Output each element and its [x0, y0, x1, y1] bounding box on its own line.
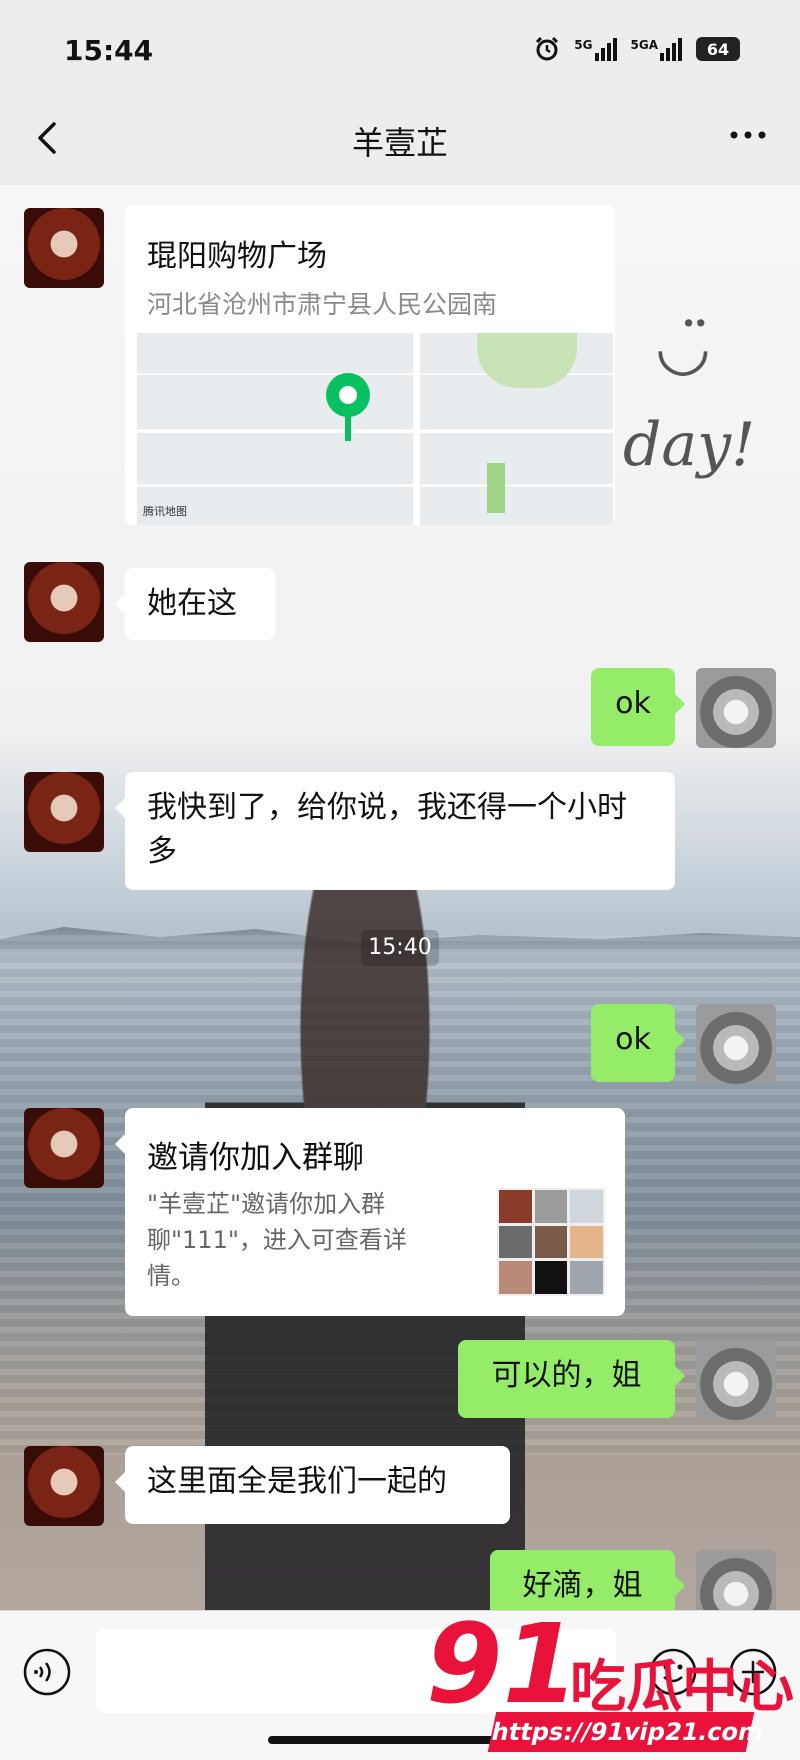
watermark-logo: 91 吃瓜中心 https://91vip21.com	[420, 1600, 800, 1759]
status-icons: 5G 5GA 64	[534, 36, 740, 62]
location-map: 腾讯地图	[137, 333, 613, 525]
my-avatar[interactable]	[696, 668, 776, 748]
battery-indicator: 64	[696, 37, 740, 61]
voice-icon[interactable]	[22, 1647, 72, 1697]
map-park	[477, 333, 577, 388]
map-pin-icon	[326, 373, 370, 441]
location-title: 琨阳购物广场	[147, 239, 327, 274]
message-bubble-incoming[interactable]: 我快到了，给你说，我还得一个小时多	[115, 772, 675, 890]
chat-header: 羊壹芷	[0, 92, 800, 185]
group-invite-card[interactable]: 邀请你加入群聊 "羊壹芷"邀请你加入群聊"111"，进入可查看详情。	[115, 1108, 625, 1316]
my-avatar[interactable]	[696, 1004, 776, 1084]
location-message[interactable]: 琨阳购物广场 河北省沧州市肃宁县人民公园南 腾讯地图	[125, 205, 615, 525]
status-time: 15:44	[64, 34, 154, 67]
invite-description: "羊壹芷"邀请你加入群聊"111"，进入可查看详情。	[147, 1190, 407, 1290]
invite-title: 邀请你加入群聊	[147, 1140, 364, 1176]
signal-5ga-icon: 5GA	[631, 37, 682, 61]
contact-avatar[interactable]	[24, 562, 104, 642]
message-timestamp: 15:40	[361, 930, 439, 966]
message-bubble-incoming[interactable]: 这里面全是我们一起的	[115, 1446, 510, 1524]
watermark-brand: 吃瓜中心	[570, 1655, 794, 1720]
doodle-text: day!	[623, 410, 756, 480]
message-bubble-incoming[interactable]: 她在这	[115, 568, 275, 640]
contact-avatar[interactable]	[24, 772, 104, 852]
chat-title: 羊壹芷	[351, 124, 448, 162]
wallpaper-doodle: ◡̈ day!	[615, 305, 800, 525]
smile-doodle-icon: ◡̈	[655, 310, 711, 384]
alarm-icon	[536, 36, 559, 61]
my-avatar[interactable]	[696, 1340, 776, 1420]
signal-5g-icon: 5G	[574, 37, 617, 61]
location-address: 河北省沧州市肃宁县人民公园南	[147, 290, 498, 319]
map-credit: 腾讯地图	[143, 505, 187, 518]
contact-avatar[interactable]	[24, 1108, 104, 1188]
status-bar: 15:44 5G 5GA 64	[0, 0, 800, 92]
watermark-url: https://91vip21.com	[487, 1712, 766, 1752]
map-park-strip	[487, 463, 505, 513]
message-bubble-outgoing[interactable]: ok	[591, 668, 685, 746]
contact-avatar[interactable]	[24, 1446, 104, 1526]
more-icon[interactable]	[726, 120, 770, 150]
message-bubble-outgoing[interactable]: 可以的，姐	[458, 1340, 685, 1418]
contact-avatar[interactable]	[24, 208, 104, 288]
message-bubble-outgoing[interactable]: ok	[591, 1004, 685, 1082]
watermark-number: 91	[426, 1600, 580, 1728]
group-avatar-grid	[497, 1188, 605, 1296]
